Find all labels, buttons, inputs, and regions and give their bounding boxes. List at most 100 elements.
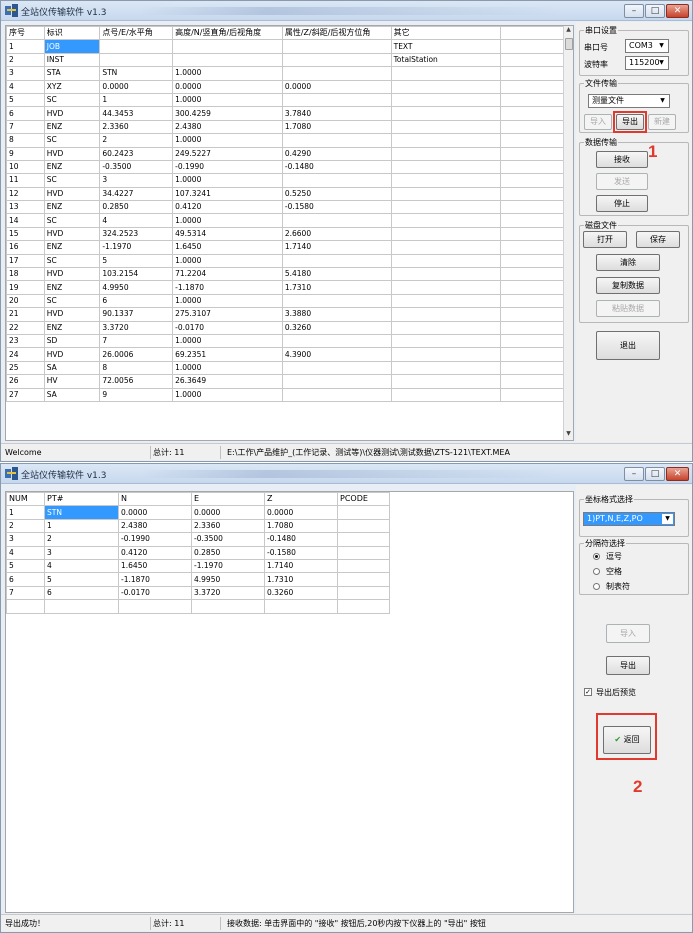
table-cell[interactable]: 10 <box>6 159 45 175</box>
table-cell[interactable]: 72.0056 <box>99 374 174 389</box>
table-cell[interactable]: HVD <box>43 226 101 242</box>
table-cell[interactable]: 4 <box>6 79 45 94</box>
table-cell[interactable]: -1.1870 <box>172 280 283 295</box>
table-cell[interactable] <box>337 532 390 547</box>
table-row[interactable]: 16 ENZ -1.1970 1.6450 1.7140 <box>6 240 573 255</box>
table-cell[interactable]: 1.6450 <box>118 558 192 574</box>
port-select[interactable]: COM3 ▼ <box>625 39 669 53</box>
table-cell[interactable] <box>390 106 501 121</box>
table-cell[interactable]: 1.0000 <box>172 66 283 81</box>
column-header[interactable]: PT# <box>44 492 119 507</box>
table-cell[interactable]: SA <box>43 387 101 402</box>
new-button[interactable]: 新建 <box>648 114 676 130</box>
scroll-up-icon[interactable]: ▲ <box>564 26 573 36</box>
table-cell[interactable]: 103.2154 <box>99 267 174 282</box>
column-header[interactable]: Z <box>264 492 338 507</box>
table-cell[interactable]: 0.0000 <box>281 79 392 94</box>
table-cell[interactable]: 6 <box>6 572 45 587</box>
table-cell[interactable]: 1.0000 <box>172 133 283 148</box>
table-cell[interactable]: 6 <box>44 585 119 601</box>
table-cell[interactable]: 2.4380 <box>118 518 192 534</box>
table-cell[interactable]: 3 <box>6 66 45 81</box>
table-cell[interactable] <box>390 66 501 81</box>
table-cell[interactable]: -0.1480 <box>264 532 338 547</box>
table-cell[interactable]: TEXT <box>390 39 501 54</box>
paste-data-button[interactable]: 粘贴数据 <box>596 300 660 317</box>
table-cell[interactable] <box>44 599 119 614</box>
table-row[interactable]: 9 HVD 60.2423 249.5227 0.4290 <box>6 146 573 161</box>
table-cell[interactable]: 324.2523 <box>99 226 174 242</box>
import-button[interactable]: 导入 <box>584 114 612 130</box>
table-cell[interactable]: HVD <box>43 106 101 121</box>
table-cell[interactable]: STN <box>44 505 119 520</box>
table-cell[interactable]: 44.3453 <box>99 106 174 121</box>
table-cell[interactable]: -1.1970 <box>99 240 174 255</box>
table-cell[interactable]: 2 <box>44 532 119 547</box>
table-cell[interactable] <box>390 146 501 161</box>
table-cell[interactable]: 5 <box>6 92 45 108</box>
column-header[interactable]: 序号 <box>6 26 45 41</box>
table-cell[interactable] <box>281 133 392 148</box>
column-header[interactable]: 属性/Z/斜距/后视方位角 <box>281 26 392 41</box>
table-row[interactable]: 3 STA STN 1.0000 <box>6 66 573 81</box>
column-header[interactable]: PCODE <box>337 492 390 507</box>
table-cell[interactable] <box>390 293 501 309</box>
table-row[interactable]: 6 5 -1.1870 4.9950 1.7310 <box>6 572 390 587</box>
table-cell[interactable]: 3.3720 <box>99 320 174 335</box>
table-cell[interactable] <box>390 267 501 282</box>
table-cell[interactable]: 22 <box>6 320 45 335</box>
column-header[interactable]: 高度/N/竖直角/后视角度 <box>172 26 283 41</box>
table-row[interactable]: 4 3 0.4120 0.2850 -0.1580 <box>6 545 390 560</box>
table-cell[interactable]: 3 <box>6 532 45 547</box>
table-cell[interactable]: 26.3649 <box>172 374 283 389</box>
table-cell[interactable] <box>390 240 501 255</box>
table-row[interactable]: 18 HVD 103.2154 71.2204 5.4180 <box>6 267 573 282</box>
table-cell[interactable]: 24 <box>6 347 45 362</box>
table-cell[interactable] <box>281 39 392 54</box>
table-row[interactable]: 21 HVD 90.1337 275.3107 3.3880 <box>6 307 573 322</box>
send-button[interactable]: 发送 <box>596 173 648 190</box>
table-cell[interactable] <box>281 66 392 81</box>
table-row[interactable]: 27 SA 9 1.0000 <box>6 387 573 402</box>
file-type-select[interactable]: 测量文件 ▼ <box>588 94 670 108</box>
table-cell[interactable]: 60.2423 <box>99 146 174 161</box>
table-cell[interactable]: INST <box>43 52 101 68</box>
table-cell[interactable]: TotalStation <box>390 52 501 68</box>
table-cell[interactable] <box>191 599 265 614</box>
copy-data-button[interactable]: 复制数据 <box>596 277 660 294</box>
maximize-button[interactable]: □ <box>645 4 665 18</box>
table-cell[interactable] <box>281 52 392 68</box>
table-cell[interactable]: 0.0000 <box>264 505 338 520</box>
table-cell[interactable]: 0.3260 <box>264 585 338 601</box>
table-row[interactable]: 23 SD 7 1.0000 <box>6 333 573 349</box>
table-cell[interactable] <box>281 293 392 309</box>
table-cell[interactable]: HV <box>43 374 101 389</box>
open-button[interactable]: 打开 <box>583 231 627 248</box>
close-button[interactable]: ✕ <box>666 467 689 481</box>
table-cell[interactable]: 0.2850 <box>191 545 265 560</box>
table-cell[interactable] <box>99 52 174 68</box>
table-cell[interactable]: 49.5314 <box>172 226 283 242</box>
table-cell[interactable] <box>390 280 501 295</box>
table-cell[interactable]: STA <box>43 66 101 81</box>
table-cell[interactable]: 71.2204 <box>172 267 283 282</box>
table-cell[interactable] <box>390 200 501 215</box>
preview-checkbox[interactable]: ✓ <box>584 688 592 696</box>
table-row[interactable]: 2 1 2.4380 2.3360 1.7080 <box>6 518 390 534</box>
table-cell[interactable] <box>390 173 501 188</box>
table-row[interactable]: 2 INST TotalStation <box>6 52 573 68</box>
minimize-button[interactable]: – <box>624 4 644 18</box>
table-cell[interactable]: 8 <box>6 133 45 148</box>
table-cell[interactable]: SD <box>43 333 101 349</box>
table-cell[interactable] <box>118 599 192 614</box>
column-header[interactable]: NUM <box>6 492 45 507</box>
table-cell[interactable]: 1.7080 <box>281 119 392 135</box>
table-cell[interactable]: 2.6600 <box>281 226 392 242</box>
table-cell[interactable]: SC <box>43 92 101 108</box>
table-cell[interactable] <box>337 572 390 587</box>
table-row[interactable]: 20 SC 6 1.0000 <box>6 293 573 309</box>
table-row[interactable]: 3 2 -0.1990 -0.3500 -0.1480 <box>6 532 390 547</box>
table-cell[interactable]: HVD <box>43 307 101 322</box>
table-cell[interactable] <box>281 213 392 228</box>
table-cell[interactable]: ENZ <box>43 280 101 295</box>
